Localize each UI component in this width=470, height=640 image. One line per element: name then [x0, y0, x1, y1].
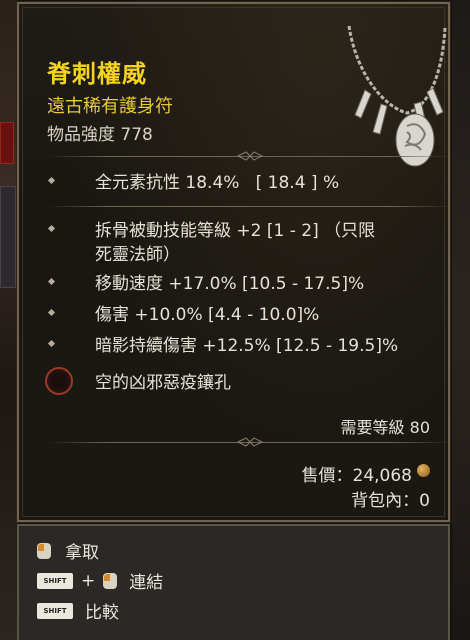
affix-row: 移動速度 +17.0% [10.5 - 17.5]% — [47, 272, 365, 296]
plus-symbol: + — [81, 570, 96, 591]
affix-text: 拆骨被動技能等級 +2 [1 - 2] （只限 死靈法師） — [95, 221, 376, 265]
sell-price: 售價：24,068 — [301, 466, 412, 486]
shift-key-icon: SHIFT — [37, 602, 73, 619]
affix-row: 傷害 +10.0% [4.4 - 10.0]% — [47, 303, 320, 327]
link-label: 連結 — [129, 573, 164, 593]
background-left-panel — [0, 0, 18, 640]
affix-row: 暗影持續傷害 +12.5% [12.5 - 19.5]% — [47, 334, 399, 358]
level-requirement: 需要等級 80 — [340, 418, 430, 437]
socket-label: 空的凶邪惡疫鑲孔 — [95, 373, 231, 393]
affix-text: 傷害 +10.0% [4.4 - 10.0]% — [95, 305, 320, 325]
shift-key-icon: SHIFT — [37, 572, 73, 589]
item-type: 遠古稀有護身符 — [47, 96, 173, 117]
bone-amulet-icon — [347, 25, 447, 167]
section-divider — [47, 150, 452, 162]
affix-text: 暗影持續傷害 +12.5% [12.5 - 19.5]% — [95, 336, 399, 356]
affix-text: 移動速度 +17.0% [10.5 - 17.5]% — [95, 274, 365, 294]
item-tooltip: 脊刺權威 遠古稀有護身符 物品強度 778 全元素抗性 18.4% [ 18.4… — [16, 1, 452, 523]
link-action[interactable]: SHIFT + 連結 — [37, 568, 163, 593]
implicit-stat-text: 全元素抗性 18.4% [ 18.4 ] % — [95, 173, 340, 193]
mouse-button-icon — [37, 542, 51, 559]
item-power: 物品強度 778 — [47, 125, 153, 145]
mouse-button-icon — [103, 572, 118, 589]
background-tab — [0, 122, 14, 164]
bag-count: 背包內：0 — [351, 491, 430, 511]
affix-row: 拆骨被動技能等級 +2 [1 - 2] （只限 死靈法師） — [47, 219, 376, 267]
item-name: 脊刺權威 — [47, 60, 147, 88]
empty-socket-icon — [45, 367, 73, 395]
section-divider — [47, 200, 452, 212]
implicit-stat: 全元素抗性 18.4% [ 18.4 ] % — [47, 171, 340, 195]
section-divider — [47, 436, 452, 448]
background-slot — [0, 186, 16, 288]
gold-coin-icon — [417, 464, 430, 477]
compare-label: 比較 — [85, 603, 119, 623]
action-footer: 拿取 SHIFT + 連結 SHIFT 比較 — [17, 524, 450, 640]
compare-action[interactable]: SHIFT 比較 — [37, 598, 119, 623]
pickup-action[interactable]: 拿取 — [37, 538, 99, 563]
pickup-label: 拿取 — [65, 543, 99, 563]
